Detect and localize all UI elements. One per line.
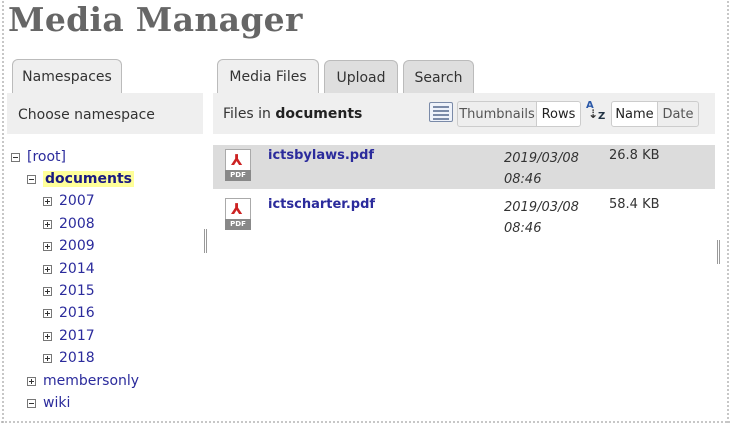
tree-item-label[interactable]: wiki — [43, 395, 70, 411]
file-date-day: 2019/03/08 — [504, 151, 579, 166]
file-date: 2019/03/08 08:46 — [504, 197, 594, 239]
tree-item-wiki[interactable]: wiki — [27, 393, 70, 413]
file-name-link[interactable]: ictsbylaws.pdf — [268, 148, 374, 163]
file-type-label: PDF — [225, 219, 251, 230]
file-date: 2019/03/08 08:46 — [504, 148, 594, 190]
file-row[interactable]: ⅄ PDF ictsbylaws.pdf 2019/03/08 08:46 26… — [213, 145, 715, 189]
tree-item-2014[interactable]: 2014 — [43, 259, 95, 279]
sort-name-button[interactable]: Name — [611, 101, 658, 127]
collapse-icon[interactable] — [11, 152, 20, 162]
files-in-label: Files in documents — [223, 106, 362, 122]
tree-item-label[interactable]: 2008 — [59, 216, 95, 232]
tree-item-label[interactable]: 2015 — [59, 283, 95, 299]
tree-item-2015[interactable]: 2015 — [43, 281, 95, 301]
tree-item-2018[interactable]: 2018 — [43, 348, 95, 368]
file-row[interactable]: ⅄ PDF ictscharter.pdf 2019/03/08 08:46 5… — [213, 194, 715, 238]
tree-item-label[interactable]: 2014 — [59, 261, 95, 277]
current-namespace: documents — [275, 106, 363, 122]
tab-media-files[interactable]: Media Files — [217, 59, 319, 94]
tree-item-label[interactable]: [root] — [27, 149, 66, 165]
expand-icon[interactable] — [43, 241, 52, 251]
expand-icon[interactable] — [27, 376, 36, 386]
list-view-icon — [429, 102, 453, 122]
pdf-file-icon[interactable]: ⅄ PDF — [225, 198, 251, 230]
file-date-time: 08:46 — [504, 172, 542, 187]
expand-icon[interactable] — [43, 264, 52, 274]
view-thumbnails-button[interactable]: Thumbnails — [457, 101, 537, 127]
tree-item-label[interactable]: 2016 — [59, 305, 95, 321]
sort-date-button[interactable]: Date — [657, 101, 699, 127]
tree-item-label-selected[interactable]: documents — [43, 171, 134, 187]
expand-icon[interactable] — [43, 196, 52, 206]
view-rows-button[interactable]: Rows — [536, 101, 581, 127]
tree-item-2016[interactable]: 2016 — [43, 303, 95, 323]
tab-namespaces[interactable]: Namespaces — [12, 59, 122, 94]
tree-item-2017[interactable]: 2017 — [43, 326, 95, 346]
file-date-day: 2019/03/08 — [504, 200, 579, 215]
tree-item-label[interactable]: 2018 — [59, 350, 95, 366]
expand-icon[interactable] — [43, 308, 52, 318]
expand-icon[interactable] — [43, 331, 52, 341]
bottom-border — [0, 421, 730, 423]
tab-upload[interactable]: Upload — [324, 60, 398, 94]
panel-resize-handle[interactable] — [204, 229, 207, 253]
collapse-icon[interactable] — [27, 398, 36, 408]
sort-az-icon: A ⇣ Z — [586, 100, 606, 122]
tree-item-label[interactable]: membersonly — [43, 373, 139, 389]
tree-item-label[interactable]: 2017 — [59, 328, 95, 344]
pdf-file-icon[interactable]: ⅄ PDF — [225, 149, 251, 181]
choose-namespace-label: Choose namespace — [18, 107, 155, 123]
expand-icon[interactable] — [43, 353, 52, 363]
right-border — [727, 0, 729, 424]
files-in-prefix: Files in — [223, 106, 271, 122]
tree-item-label[interactable]: 2009 — [59, 238, 95, 254]
panel-resize-handle-right[interactable] — [717, 240, 720, 264]
file-date-time: 08:46 — [504, 221, 542, 236]
tree-item-documents[interactable]: documents — [27, 169, 134, 189]
tree-item-2009[interactable]: 2009 — [43, 236, 95, 256]
tab-search[interactable]: Search — [403, 60, 474, 94]
left-border — [2, 0, 4, 424]
file-name-link[interactable]: ictscharter.pdf — [268, 197, 375, 212]
file-type-label: PDF — [225, 170, 251, 181]
expand-icon[interactable] — [43, 286, 52, 296]
collapse-icon[interactable] — [27, 174, 36, 184]
page-title: Media Manager — [8, 0, 303, 39]
file-size: 26.8 KB — [609, 148, 660, 163]
tree-item-membersonly[interactable]: membersonly — [27, 371, 139, 391]
file-size: 58.4 KB — [609, 197, 660, 212]
tree-item-2008[interactable]: 2008 — [43, 214, 95, 234]
tree-item-root[interactable]: [root] — [11, 147, 66, 167]
expand-icon[interactable] — [43, 219, 52, 229]
tree-item-2007[interactable]: 2007 — [43, 191, 95, 211]
tree-item-label[interactable]: 2007 — [59, 193, 95, 209]
